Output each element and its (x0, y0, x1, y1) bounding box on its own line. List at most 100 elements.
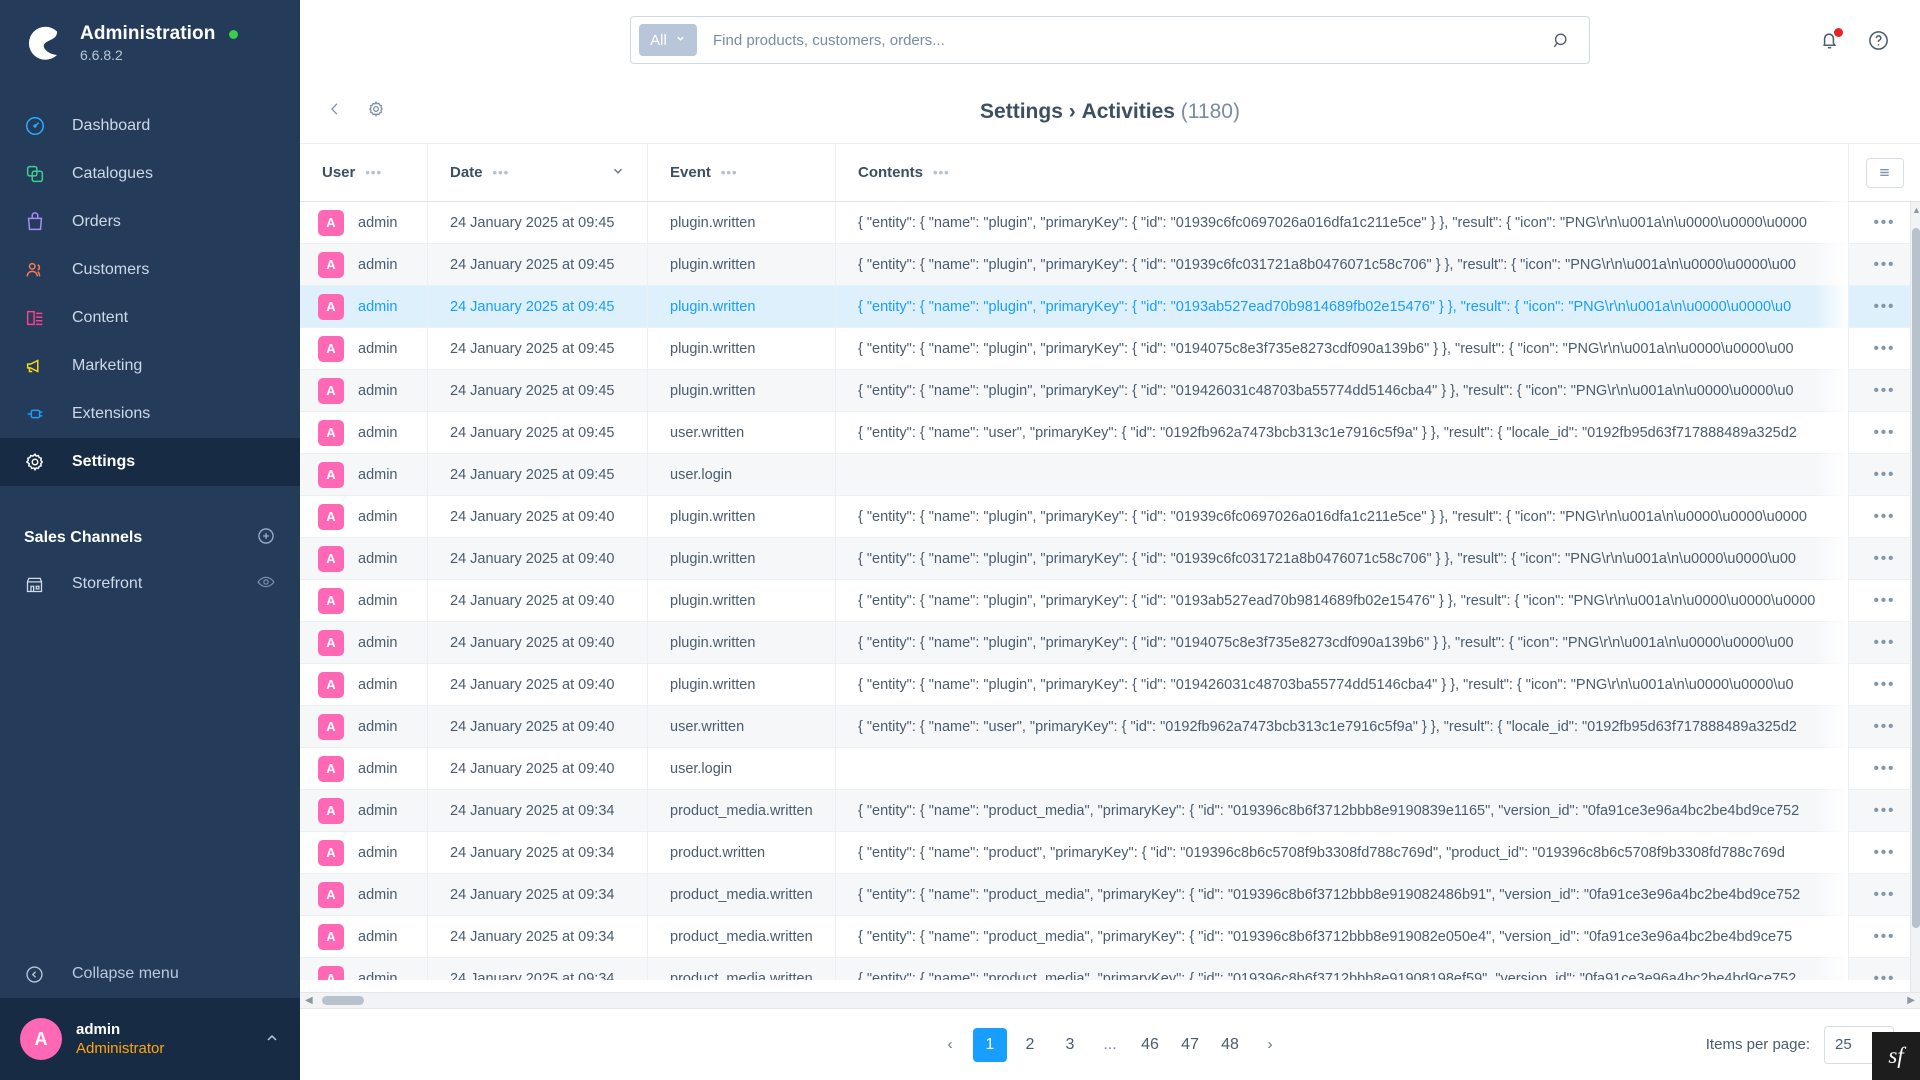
ellipsis-icon[interactable]: ••• (1874, 298, 1896, 315)
ellipsis-icon[interactable]: ••• (1874, 676, 1896, 693)
table-row[interactable]: Aadmin 24 January 2025 at 09:45 plugin.wri… (300, 370, 1920, 412)
pagination-page[interactable]: 46 (1133, 1028, 1167, 1062)
table-row[interactable]: Aadmin 24 January 2025 at 09:40 plugin.wri… (300, 664, 1920, 706)
table-row[interactable]: Aadmin 24 January 2025 at 09:45 plugin.wri… (300, 286, 1920, 328)
ellipsis-icon[interactable]: ••• (1874, 550, 1896, 567)
brand[interactable]: Administration 6.6.8.2 (0, 0, 300, 88)
cell-contents: { "entity": { "name": "product_media", "… (836, 790, 1848, 832)
table-row[interactable]: Aadmin 24 January 2025 at 09:40 plugin.wri… (300, 496, 1920, 538)
ellipsis-icon[interactable]: ••• (1874, 802, 1896, 819)
scroll-up-icon[interactable]: ▲ (1912, 205, 1920, 215)
column-menu-icon[interactable]: ••• (933, 165, 950, 180)
chevron-up-icon[interactable] (264, 1030, 280, 1049)
plus-circle-icon[interactable] (256, 526, 276, 550)
ellipsis-icon[interactable]: ••• (1874, 424, 1896, 441)
sidebar-item-content[interactable]: Content (0, 294, 300, 342)
list-settings-icon[interactable] (1865, 157, 1904, 188)
search-input[interactable] (697, 31, 1540, 49)
table-row[interactable]: Aadmin 24 January 2025 at 09:40 plugin.wri… (300, 538, 1920, 580)
avatar: A (318, 839, 344, 866)
cell-user: Aadmin (300, 244, 428, 286)
page-settings-button[interactable] (366, 99, 386, 124)
storefront-icon (24, 572, 52, 596)
cell-contents: { "entity": { "name": "plugin", "primary… (836, 286, 1848, 328)
scroll-right-icon[interactable]: ▶ (1907, 995, 1915, 1006)
table-row[interactable]: Aadmin 24 January 2025 at 09:34 product_me… (300, 916, 1920, 958)
eye-icon[interactable] (256, 572, 276, 597)
table-row[interactable]: Aadmin 24 January 2025 at 09:45 plugin.wri… (300, 328, 1920, 370)
ellipsis-icon[interactable]: ••• (1874, 592, 1896, 609)
pagination-page[interactable]: 2 (1013, 1028, 1047, 1062)
column-menu-icon[interactable]: ••• (365, 165, 382, 180)
table-row[interactable]: Aadmin 24 January 2025 at 09:40 plugin.wri… (300, 580, 1920, 622)
cell-user: Aadmin (300, 496, 428, 538)
ellipsis-icon[interactable]: ••• (1874, 382, 1896, 399)
table-row[interactable]: Aadmin 24 January 2025 at 09:45 plugin.wri… (300, 244, 1920, 286)
ellipsis-icon[interactable]: ••• (1874, 466, 1896, 483)
cell-date: 24 January 2025 at 09:45 (428, 286, 648, 328)
table-row[interactable]: Aadmin 24 January 2025 at 09:45 plugin.wri… (300, 202, 1920, 244)
pagination-page[interactable]: 1 (973, 1027, 1007, 1062)
table-row[interactable]: Aadmin 24 January 2025 at 09:40 user.writt… (300, 706, 1920, 748)
pagination-next[interactable]: › (1253, 1028, 1287, 1062)
ellipsis-icon[interactable]: ••• (1874, 760, 1896, 777)
column-header-user[interactable]: User ••• (300, 144, 428, 201)
ellipsis-icon[interactable]: ••• (1874, 256, 1896, 273)
search-scope-selector[interactable]: All (639, 24, 697, 56)
search-icon[interactable] (1540, 31, 1583, 50)
pagination-page[interactable]: 3 (1053, 1028, 1087, 1062)
table-row[interactable]: Aadmin 24 January 2025 at 09:45 user.login… (300, 454, 1920, 496)
pagination-prev[interactable]: ‹ (933, 1028, 967, 1062)
table-row[interactable]: Aadmin 24 January 2025 at 09:45 user.writt… (300, 412, 1920, 454)
pagination-page[interactable]: 47 (1173, 1028, 1207, 1062)
bell-icon[interactable] (1818, 26, 1844, 52)
column-menu-icon[interactable]: ••• (493, 165, 510, 180)
sidebar-item-settings[interactable]: Settings (0, 438, 300, 486)
sidebar-item-customers[interactable]: Customers (0, 246, 300, 294)
ellipsis-icon[interactable]: ••• (1874, 718, 1896, 735)
avatar: A (318, 713, 344, 740)
collapse-menu-button[interactable]: Collapse menu (0, 950, 300, 998)
column-header-event[interactable]: Event ••• (648, 144, 836, 201)
question-circle-icon[interactable] (1867, 29, 1890, 52)
scroll-left-icon[interactable]: ◀ (305, 995, 313, 1006)
cell-user: Aadmin (300, 370, 428, 412)
sidebar-item-storefront[interactable]: Storefront (0, 560, 300, 608)
sidebar-item-dashboard[interactable]: Dashboard (0, 102, 300, 150)
table-row[interactable]: Aadmin 24 January 2025 at 09:34 product_me… (300, 958, 1920, 980)
sidebar-item-catalogues[interactable]: Catalogues (0, 150, 300, 198)
cell-user-text: admin (358, 424, 398, 441)
table-row[interactable]: Aadmin 24 January 2025 at 09:34 product.wr… (300, 832, 1920, 874)
cell-event: plugin.written (648, 580, 836, 622)
ellipsis-icon[interactable]: ••• (1874, 214, 1896, 231)
symfony-profiler-badge[interactable]: sf (1872, 1032, 1920, 1080)
horizontal-scrollbar[interactable]: ◀ ▶ (300, 992, 1920, 1008)
ellipsis-icon[interactable]: ••• (1874, 928, 1896, 945)
user-menu[interactable]: A admin Administrator (0, 998, 300, 1080)
pagination-page[interactable]: 48 (1213, 1028, 1247, 1062)
table-row[interactable]: Aadmin 24 January 2025 at 09:34 product_me… (300, 790, 1920, 832)
ellipsis-icon[interactable]: ••• (1874, 340, 1896, 357)
sidebar-item-orders[interactable]: Orders (0, 198, 300, 246)
table-row[interactable]: Aadmin 24 January 2025 at 09:34 product_me… (300, 874, 1920, 916)
vertical-scroll-thumb[interactable] (1912, 228, 1920, 928)
sidebar-item-label: Content (72, 309, 129, 326)
chevron-down-icon[interactable] (611, 164, 625, 181)
table-row[interactable]: Aadmin 24 January 2025 at 09:40 plugin.wri… (300, 622, 1920, 664)
ellipsis-icon[interactable]: ••• (1874, 844, 1896, 861)
ellipsis-icon[interactable]: ••• (1874, 508, 1896, 525)
vertical-scrollbar[interactable]: ▲ (1910, 202, 1920, 992)
sidebar-item-marketing[interactable]: Marketing (0, 342, 300, 390)
global-search[interactable]: All (630, 16, 1590, 64)
column-header-date[interactable]: Date ••• (428, 144, 648, 201)
ellipsis-icon[interactable]: ••• (1874, 970, 1896, 980)
column-header-contents[interactable]: Contents ••• (836, 144, 1848, 201)
table-row[interactable]: Aadmin 24 January 2025 at 09:40 user.login… (300, 748, 1920, 790)
column-menu-icon[interactable]: ••• (721, 165, 738, 180)
ellipsis-icon[interactable]: ••• (1874, 634, 1896, 651)
back-button[interactable] (326, 100, 344, 123)
user-name: admin (76, 1020, 121, 1038)
sidebar-item-extensions[interactable]: Extensions (0, 390, 300, 438)
horizontal-scroll-thumb[interactable] (322, 996, 364, 1005)
ellipsis-icon[interactable]: ••• (1874, 886, 1896, 903)
